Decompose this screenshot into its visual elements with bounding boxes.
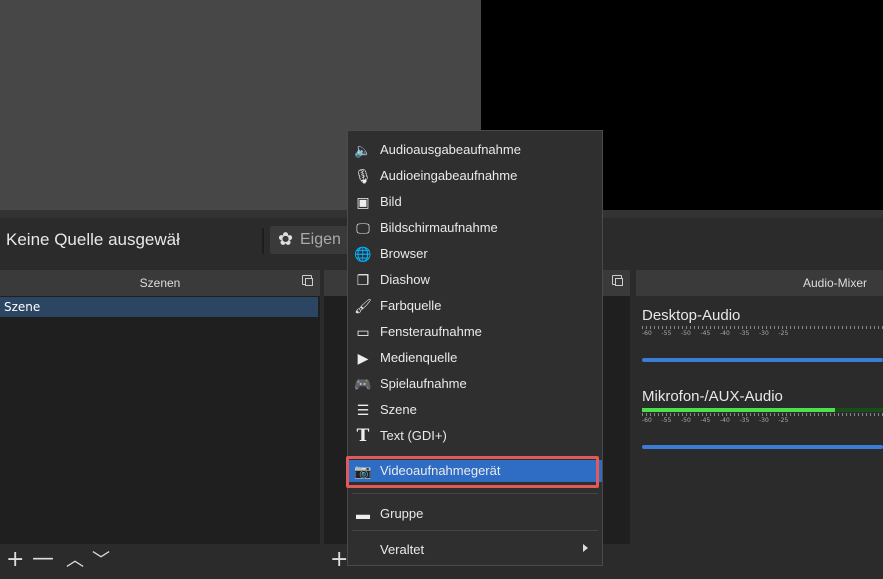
scene-list-item[interactable]: Szene xyxy=(0,297,318,317)
scenes-toolbar: + — ︿ ﹀ xyxy=(0,544,320,579)
scenes-dock: Szenen Szene + — ︿ ﹀ xyxy=(0,270,320,579)
list-icon: ☰ xyxy=(356,402,370,418)
properties-label: Eigen xyxy=(300,231,341,248)
gamepad-icon: 🎮 xyxy=(354,376,372,392)
microphone-icon: 🎙 xyxy=(354,168,372,184)
gear-icon: ✿ xyxy=(278,229,294,250)
slideshow-icon: ❐ xyxy=(356,272,370,288)
add-icon[interactable]: + xyxy=(6,549,24,571)
remove-icon[interactable]: — xyxy=(32,548,54,570)
menu-item-game-capture[interactable]: 🎮 Spielaufnahme xyxy=(348,373,602,395)
move-up-icon[interactable]: ︿ xyxy=(66,552,84,570)
level-meter-fill xyxy=(642,408,835,412)
menu-item-display-capture[interactable]: 🖵 Bildschirmaufnahme xyxy=(348,217,602,239)
menu-item-scene[interactable]: ☰ Szene xyxy=(348,399,602,421)
move-down-icon[interactable]: ﹀ xyxy=(92,552,110,570)
no-source-label: Keine Quelle ausgewäł xyxy=(6,230,180,249)
menu-item-browser[interactable]: 🌐 Browser xyxy=(348,243,602,265)
brush-icon: 🖌 xyxy=(354,298,372,314)
menu-item-deprecated[interactable]: Veraltet xyxy=(348,539,602,561)
menu-item-media-source[interactable]: ▶ Medienquelle xyxy=(348,347,602,369)
menu-separator xyxy=(352,493,598,494)
scenes-title: Szenen xyxy=(0,270,320,296)
undock-icon[interactable] xyxy=(612,275,623,286)
folder-icon: ▬ xyxy=(356,506,370,522)
volume-slider[interactable] xyxy=(642,445,883,449)
meter-ticks xyxy=(642,326,883,329)
menu-separator xyxy=(352,530,598,531)
menu-item-color-source[interactable]: 🖌 Farbquelle xyxy=(348,295,602,317)
volume-slider[interactable] xyxy=(642,358,883,362)
add-source-icon[interactable]: + xyxy=(330,549,348,571)
undock-icon[interactable] xyxy=(302,275,313,286)
submenu-arrow-icon xyxy=(583,544,588,552)
meter-scale: -60 -55 -50 -45 -40 -35 -30 -25 xyxy=(642,330,789,337)
properties-button[interactable]: ✿ Eigen xyxy=(270,226,350,254)
add-source-menu: 🔈 Audioausgabeaufnahme 🎙 Audioeingabeauf… xyxy=(347,130,603,566)
channel-name: Desktop-Audio xyxy=(642,307,741,324)
audio-mixer-dock: Audio-Mixer Desktop-Audio -60 -55 -50 -45 -4… xyxy=(636,270,883,579)
menu-item-window-capture[interactable]: ▭ Fensteraufnahme xyxy=(348,321,602,343)
monitor-icon: 🖵 xyxy=(356,220,370,236)
menu-item-audio-output[interactable]: 🔈 Audioausgabeaufnahme xyxy=(348,139,602,161)
toolbar-divider xyxy=(262,228,264,254)
menu-item-group[interactable]: ▬ Gruppe xyxy=(348,503,602,525)
menu-item-slideshow[interactable]: ❐ Diashow xyxy=(348,269,602,291)
window-icon: ▭ xyxy=(356,324,370,340)
channel-name: Mikrofon-/AUX-Audio xyxy=(642,388,783,405)
speaker-icon: 🔈 xyxy=(354,142,372,158)
menu-item-audio-input[interactable]: 🎙 Audioeingabeaufnahme xyxy=(348,165,602,187)
meter-ticks xyxy=(642,413,883,416)
meter-scale: -60 -55 -50 -45 -40 -35 -30 -25 xyxy=(642,417,789,424)
text-icon: T xyxy=(356,426,370,446)
level-meter xyxy=(642,408,883,412)
image-icon: ▣ xyxy=(356,194,370,210)
mixer-title: Audio-Mixer xyxy=(636,270,883,296)
menu-item-image[interactable]: ▣ Bild xyxy=(348,191,602,213)
menu-item-text[interactable]: T Text (GDI+) xyxy=(348,425,602,447)
play-icon: ▶ xyxy=(357,350,369,366)
globe-icon: 🌐 xyxy=(354,246,372,262)
highlight-annotation xyxy=(346,456,599,488)
